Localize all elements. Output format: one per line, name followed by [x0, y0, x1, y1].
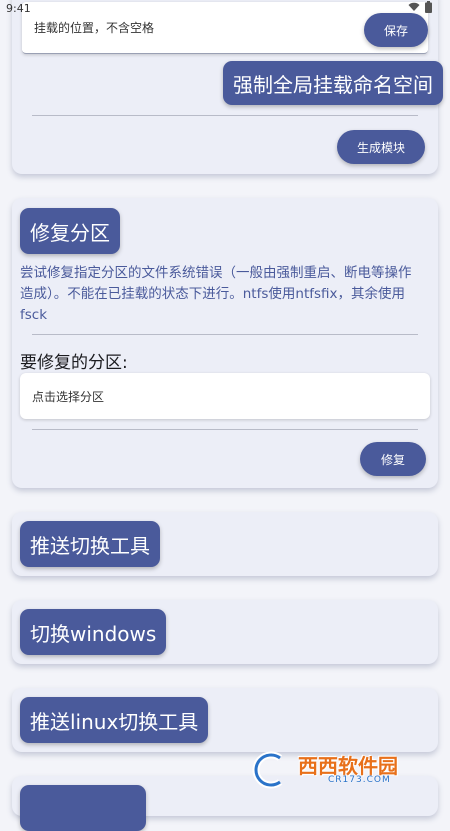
push-linux-tool-button[interactable]: 推送linux切换工具 — [20, 697, 209, 743]
partition-label: 要修复的分区: — [20, 353, 128, 373]
save-button[interactable]: 保存 — [364, 13, 428, 47]
save-button-label: 保存 — [383, 23, 408, 38]
watermark: 西西软件园 CR173.COM — [250, 748, 430, 792]
push-linux-tool-card: 推送linux切换工具 — [12, 688, 438, 752]
battery-icon — [425, 1, 432, 13]
push-linux-tool-label: 推送linux切换工具 — [30, 709, 199, 734]
push-switch-tool-card: 推送切换工具 — [12, 512, 438, 576]
system-icons — [408, 1, 432, 13]
watermark-domain: CR173.COM — [328, 774, 391, 785]
push-switch-tool-button[interactable]: 推送切换工具 — [20, 521, 160, 567]
push-switch-tool-label: 推送切换工具 — [30, 533, 150, 558]
mount-card: 挂载的位置，不含空格 保存 强制全局挂载命名空间 生成模块 — [12, 0, 443, 174]
repair-partition-title: 修复分区 — [20, 208, 120, 254]
partition-select[interactable]: 点击选择分区 — [20, 373, 430, 419]
status-bar: 9:41 — [0, 0, 450, 18]
partition-select-text: 点击选择分区 — [32, 389, 105, 404]
status-time: 9:41 — [6, 2, 31, 15]
generate-module-label: 生成模块 — [356, 140, 405, 155]
wifi-icon — [408, 2, 420, 11]
next-card-button[interactable] — [20, 785, 146, 831]
switch-windows-card: 切换windows — [12, 600, 438, 664]
force-global-namespace-label: 强制全局挂载命名空间 — [233, 72, 433, 97]
repair-partition-description: 尝试修复指定分区的文件系统错误（一般由强制重启、断电等操作造成）。不能在已挂载的… — [20, 265, 412, 323]
switch-windows-label: 切换windows — [30, 621, 157, 646]
repair-button-label: 修复 — [380, 452, 405, 467]
switch-windows-button[interactable]: 切换windows — [20, 609, 167, 655]
repair-card-divider-bottom — [32, 429, 418, 430]
repair-card-divider-top — [32, 334, 418, 335]
watermark-brand: 西西软件园 — [298, 753, 398, 778]
repair-partition-card: 修复分区 尝试修复指定分区的文件系统错误（一般由强制重启、断电等操作造成）。不能… — [12, 198, 438, 488]
repair-partition-title-text: 修复分区 — [30, 220, 110, 245]
watermark-logo-icon — [252, 751, 283, 789]
repair-button[interactable]: 修复 — [360, 442, 426, 476]
mount-location-placeholder: 挂载的位置，不含空格 — [34, 21, 155, 35]
generate-module-button[interactable]: 生成模块 — [337, 130, 425, 164]
mount-card-divider — [32, 115, 418, 116]
force-global-namespace-button[interactable]: 强制全局挂载命名空间 — [223, 61, 443, 105]
